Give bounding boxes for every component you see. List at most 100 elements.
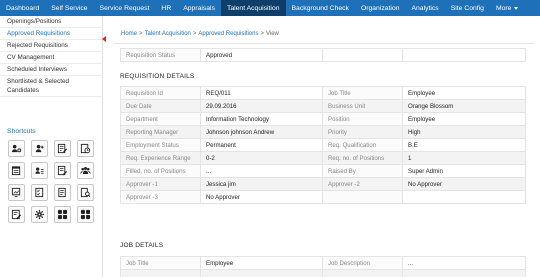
nav-analytics[interactable]: Analytics (405, 0, 444, 16)
field-value: No Approver (402, 177, 526, 191)
breadcrumb: Home > Talent Acquisition > Approved Requisi… (121, 31, 279, 37)
nav-service-request[interactable]: Service Request (94, 0, 156, 16)
field-value: 1 (402, 151, 526, 165)
search-doc-icon[interactable] (77, 184, 94, 201)
sidebar-item-openings[interactable]: Openings/Positions (0, 16, 102, 28)
field-value: Employee (402, 86, 526, 100)
field-label: Req. Qualification (322, 138, 403, 152)
sidebar-item-approved-requisitions[interactable]: Approved Requisitions (0, 28, 102, 40)
field-value: Orange Blossom (402, 99, 526, 113)
table-row: Department Information Technology Position… (120, 112, 526, 126)
nav-organization[interactable]: Organization (355, 0, 406, 16)
sidebar-item-rejected-requisitions[interactable]: Rejected Requisitions (0, 40, 102, 52)
field-label: Requisition Id (120, 86, 201, 100)
chart-edit-icon[interactable] (8, 184, 25, 201)
calendar-edit-icon[interactable] (8, 162, 25, 179)
field-label: Filled. no. of Positions (120, 164, 201, 178)
users-gear-icon[interactable] (8, 140, 25, 157)
sidebar-item-scheduled-interviews[interactable]: Scheduled Interviews (0, 64, 102, 76)
table-row: Due Date 29.09.2016 Business Unit Orange Bl… (120, 99, 526, 113)
nav-self-service[interactable]: Self Service (45, 0, 93, 16)
divider (114, 43, 534, 44)
field-value: REQ/011 (200, 86, 323, 100)
field-value: 0-2 (200, 151, 323, 165)
checklist-icon[interactable] (31, 184, 48, 201)
document-edit-icon[interactable] (54, 162, 71, 179)
field-value: Permanent (200, 138, 323, 152)
breadcrumb-current: View (265, 31, 279, 37)
edit-doc-icon[interactable] (54, 140, 71, 157)
field-value: No Approver (200, 190, 323, 204)
breadcrumb-talent-acquisition[interactable]: Talent Acquisition (145, 31, 191, 37)
field-label: Position (322, 112, 403, 126)
table-row: Job Title Employee Job Description... (120, 256, 526, 270)
sidebar: Openings/Positions Approved Requisitions… (0, 16, 103, 277)
report-icon[interactable] (54, 184, 71, 201)
gear-icon[interactable] (31, 206, 48, 223)
nav-more-label: More (495, 4, 512, 12)
person-card-icon[interactable] (31, 162, 48, 179)
table-row (120, 269, 526, 277)
field-value: Employee (402, 112, 526, 126)
edit-icon[interactable] (8, 206, 25, 223)
field-label: Raised By (322, 164, 403, 178)
breadcrumb-separator: > (192, 31, 197, 37)
table-row: Employment Status Permanent Req. Qualifica… (120, 138, 526, 152)
job-details-table: Job Title Employee Job Description... (120, 256, 526, 277)
shortcuts-title: Shortcuts (7, 128, 36, 135)
field-value: B.E (402, 138, 526, 152)
status-value: Approved (200, 48, 323, 62)
breadcrumb-home[interactable]: Home (121, 31, 137, 37)
nav-talent-acquisition[interactable]: Talent Acquisition (220, 0, 286, 16)
table-row: Reporting Manager Johnson johnson Andrew P… (120, 125, 526, 139)
sidebar-item-shortlisted-candidates[interactable]: Shortlisted & Selected Candidates (0, 76, 102, 97)
breadcrumb-separator: > (260, 31, 264, 37)
breadcrumb-separator: > (139, 31, 143, 37)
field-value: Jessica jim (200, 177, 323, 191)
field-label: Approver -3 (120, 190, 201, 204)
field-value (402, 269, 526, 277)
empty-cell (402, 48, 526, 62)
nav-site-config[interactable]: Site Config (445, 0, 490, 16)
active-marker-icon (102, 36, 106, 42)
requisition-details-table: Requisition Id REQ/011 Job Title Employee D… (120, 86, 526, 204)
field-value: ... (402, 256, 526, 270)
field-label (120, 269, 201, 277)
chevron-down-icon (514, 6, 519, 10)
empty-cell (322, 48, 403, 62)
field-value (402, 190, 526, 204)
field-value: 29.09.2016 (200, 99, 323, 113)
field-label: Employment Status (120, 138, 201, 152)
field-label: Priority (322, 125, 403, 139)
job-details-title: JOB DETAILS (120, 242, 164, 249)
nav-hr[interactable]: HR (155, 0, 177, 16)
person-add-icon[interactable] (31, 140, 48, 157)
field-label (322, 269, 403, 277)
field-label: Job Title (120, 256, 201, 270)
table-row: Approver -1 Jessica jim Approver -2 No Appr… (120, 177, 526, 191)
sidebar-item-cv-management[interactable]: CV Management (0, 52, 102, 64)
grid-icon[interactable] (77, 206, 94, 223)
table-row: Requisition Status Approved (120, 48, 526, 62)
field-value: ... (200, 164, 323, 178)
clock-icon[interactable] (77, 140, 94, 157)
field-value: Information Technology (200, 112, 323, 126)
table-row: Filled. no. of Positions... Raised By Supe… (120, 164, 526, 178)
field-label: Req. Experience Range (120, 151, 201, 165)
field-value (200, 269, 323, 277)
status-table: Requisition Status Approved (120, 48, 526, 62)
nav-dashboard[interactable]: Dashboard (0, 0, 45, 16)
field-label: Department (120, 112, 201, 126)
field-value: Employee (200, 256, 323, 270)
field-label: Job Description (322, 256, 403, 270)
nav-more[interactable]: More (490, 0, 525, 16)
table-row: Req. Experience Range 0-2 Req. no. of Posi… (120, 151, 526, 165)
field-label: Business Unit (322, 99, 403, 113)
shortcut-grid (8, 140, 100, 223)
top-nav: Dashboard Self Service Service Request H… (0, 0, 540, 16)
nav-appraisals[interactable]: Appraisals (177, 0, 221, 16)
grid-icon[interactable] (54, 206, 71, 223)
nav-background-check[interactable]: Background Check (286, 0, 355, 16)
team-icon[interactable] (77, 162, 94, 179)
breadcrumb-approved-requisitions[interactable]: Approved Requisitions (198, 31, 258, 37)
